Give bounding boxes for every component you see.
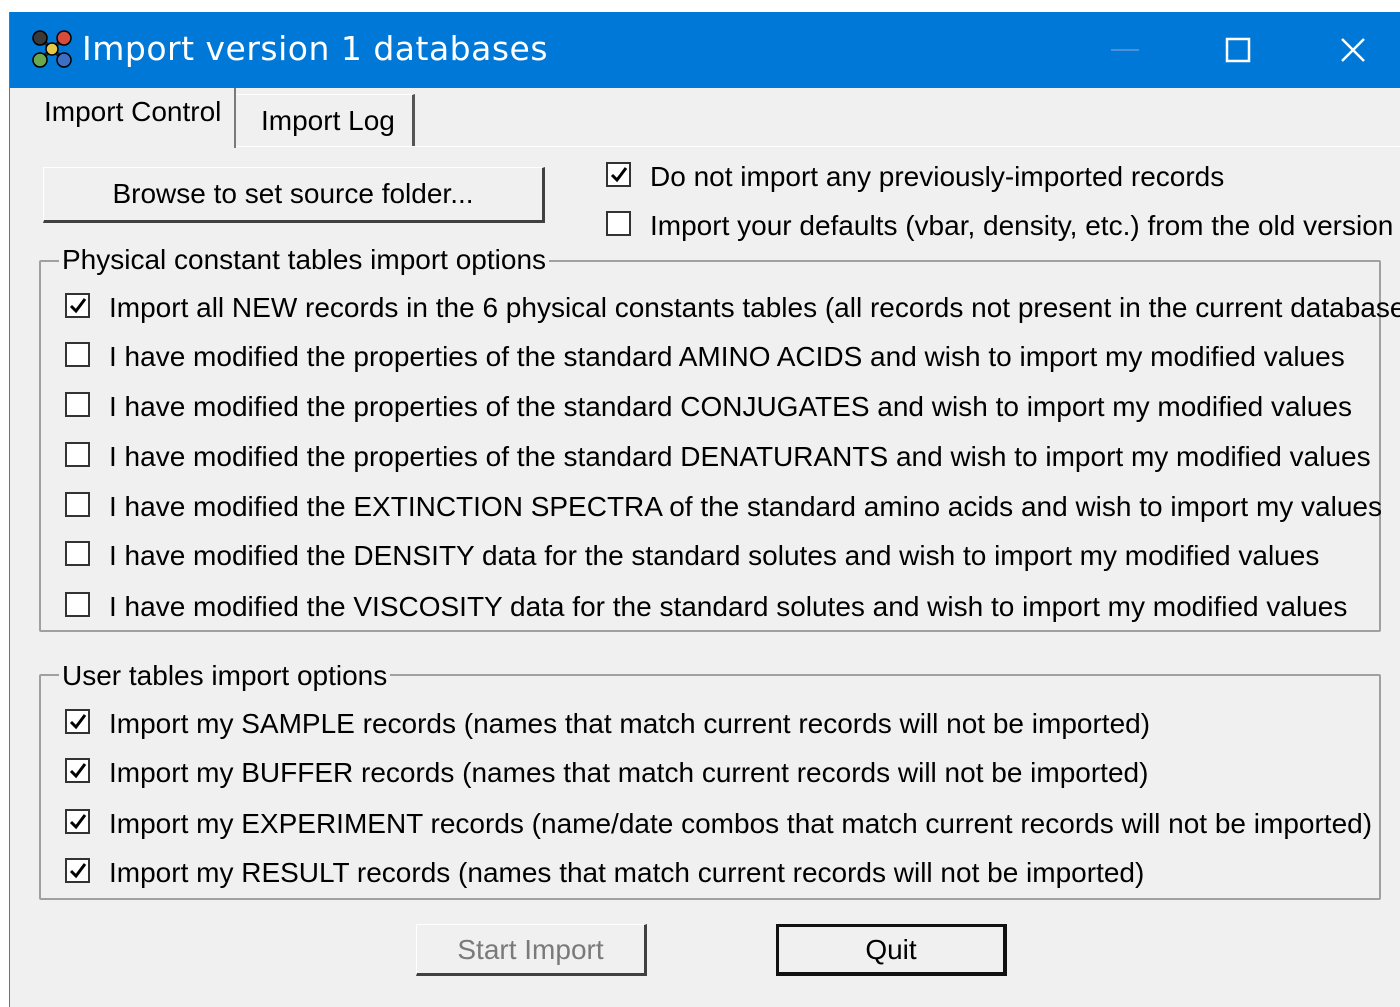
maximize-icon bbox=[1225, 37, 1251, 63]
checkbox-box[interactable] bbox=[65, 392, 90, 417]
window-title: Import version 1 databases bbox=[82, 29, 549, 68]
checkbox-label: I have modified the VISCOSITY data for t… bbox=[109, 591, 1348, 622]
checkmark-icon bbox=[69, 714, 87, 730]
checkbox-box[interactable] bbox=[65, 541, 90, 566]
checkmark-icon bbox=[69, 763, 87, 779]
close-icon bbox=[1341, 38, 1365, 62]
checkbox-box[interactable] bbox=[65, 342, 90, 367]
app-molecule-icon bbox=[32, 30, 72, 68]
checkbox-label: I have modified the EXTINCTION SPECTRA o… bbox=[109, 491, 1382, 522]
tab-label: Import Log bbox=[261, 105, 395, 136]
checkbox-box[interactable] bbox=[65, 858, 90, 883]
minimize-button[interactable] bbox=[1085, 12, 1165, 88]
checkbox-box[interactable] bbox=[606, 162, 631, 187]
checkbox-box[interactable] bbox=[65, 592, 90, 617]
checkbox-label: I have modified the properties of the st… bbox=[109, 441, 1371, 472]
import-dialog-window: Import version 1 databases Import Contro… bbox=[9, 12, 1400, 1007]
checkbox-box[interactable] bbox=[65, 709, 90, 734]
start-import-button[interactable]: Start Import bbox=[416, 924, 647, 976]
checkbox-label: Do not import any previously-imported re… bbox=[650, 161, 1225, 192]
quit-button[interactable]: Quit bbox=[776, 924, 1007, 976]
checkbox-box[interactable] bbox=[606, 211, 631, 236]
checkbox-label: Import your defaults (vbar, density, etc… bbox=[650, 210, 1394, 241]
checkbox-label: I have modified the properties of the st… bbox=[109, 391, 1352, 422]
user-tables-group-title: User tables import options bbox=[59, 659, 391, 693]
checkbox-label: I have modified the properties of the st… bbox=[109, 341, 1345, 372]
checkbox-box[interactable] bbox=[65, 293, 90, 318]
maximize-button[interactable] bbox=[1198, 12, 1278, 88]
physical-constants-group-title: Physical constant tables import options bbox=[59, 243, 550, 277]
checkmark-icon bbox=[69, 863, 87, 879]
tab-import-control[interactable]: Import Control bbox=[10, 88, 236, 148]
title-bar[interactable]: Import version 1 databases bbox=[10, 12, 1400, 88]
checkbox-box[interactable] bbox=[65, 758, 90, 783]
tab-label: Import Control bbox=[44, 96, 222, 127]
tab-strip-divider bbox=[234, 146, 1400, 147]
minimize-icon bbox=[1111, 49, 1139, 51]
checkbox-label: Import my SAMPLE records (names that mat… bbox=[109, 708, 1151, 739]
checkbox-box[interactable] bbox=[65, 442, 90, 467]
checkbox-label: Import my EXPERIMENT records (name/date … bbox=[109, 808, 1373, 839]
checkbox-label: Import my RESULT records (names that mat… bbox=[109, 857, 1145, 888]
close-button[interactable] bbox=[1313, 12, 1393, 88]
checkmark-icon bbox=[69, 298, 87, 314]
checkbox-label: Import my BUFFER records (names that mat… bbox=[109, 757, 1149, 788]
checkbox-label: Import all NEW records in the 6 physical… bbox=[109, 292, 1400, 323]
checkbox-box[interactable] bbox=[65, 809, 90, 834]
tab-import-log[interactable]: Import Log bbox=[236, 94, 415, 147]
checkbox-label: I have modified the DENSITY data for the… bbox=[109, 540, 1320, 571]
checkbox-box[interactable] bbox=[65, 492, 90, 517]
checkmark-icon bbox=[69, 814, 87, 830]
checkmark-icon bbox=[610, 167, 628, 183]
browse-source-folder-button[interactable]: Browse to set source folder... bbox=[43, 167, 545, 223]
